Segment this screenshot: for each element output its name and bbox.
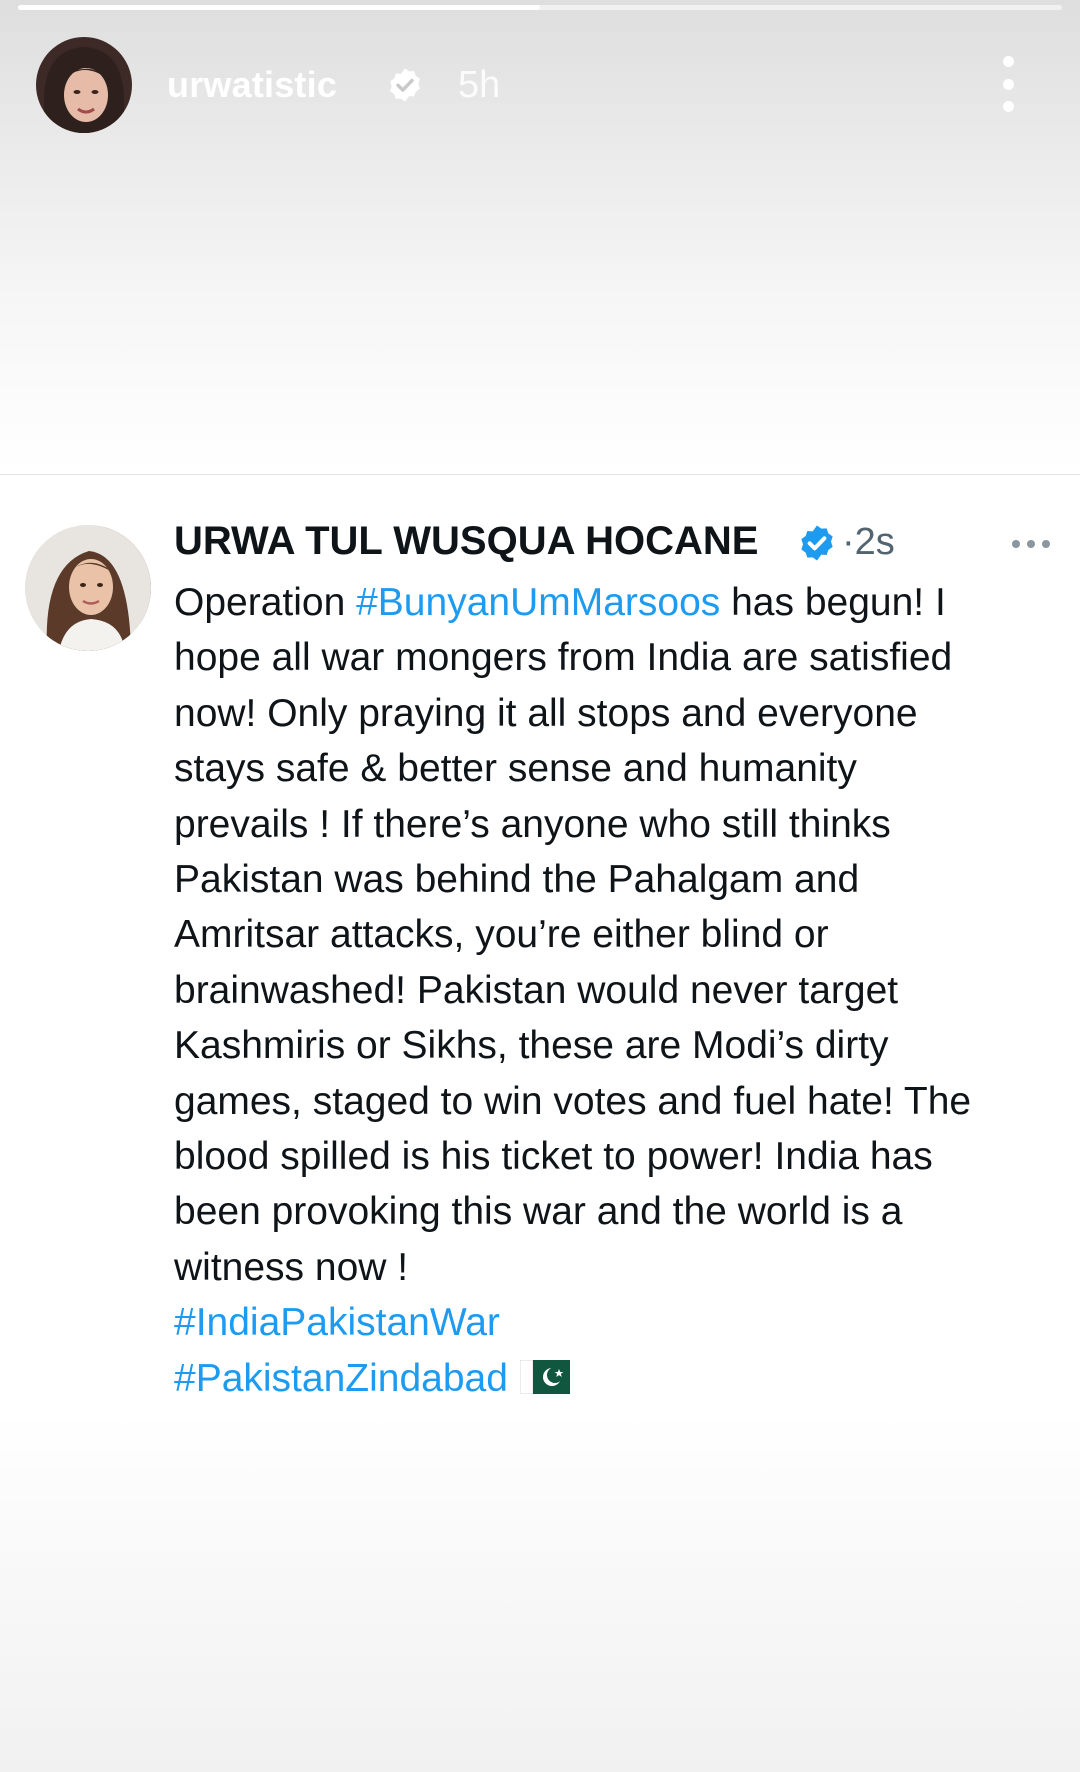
pakistan-flag-icon [519, 1360, 570, 1395]
tweet-text-segment: has begun! I [720, 581, 946, 624]
tweet-line: games, staged to win votes and fuel hate… [174, 1079, 972, 1123]
tweet-avatar [25, 525, 151, 651]
tweet-line: Pakistan was behind the Pahalgam and [174, 858, 860, 902]
story-username[interactable]: urwatistic [167, 64, 337, 106]
tweet-time-value: 2s [854, 521, 895, 563]
story-progress-fill [18, 5, 540, 10]
tweet-line: #PakistanZindabad [174, 1351, 1054, 1406]
tweet-line: now! Only praying it all stops and every… [174, 691, 918, 735]
verified-badge-icon [801, 525, 833, 561]
tweet-line: Amritsar attacks, you’re either blind or [174, 913, 829, 957]
tweet-text: Operation #BunyanUmMarsoos has begun! I … [174, 575, 1054, 1406]
tweet-display-name: URWA TUL WUSQUA HOCANE [174, 519, 759, 563]
story-avatar[interactable] [36, 37, 132, 133]
hashtag-pakistanzindabad: #PakistanZindabad [174, 1356, 508, 1400]
tweet-avatar-image [25, 525, 151, 651]
hashtag-bunyanummarsoos: #BunyanUmMarsoos [356, 581, 721, 624]
hashtag-indiapakistanwar: #IndiaPakistanWar [174, 1301, 500, 1345]
tweet-line: witness now ! [174, 1245, 409, 1289]
tweet-text-segment: Operation [174, 581, 357, 624]
verified-badge-icon [390, 68, 420, 102]
tweet-time-separator: · [842, 521, 855, 563]
tweet-line: prevails ! If there’s anyone who still t… [174, 802, 891, 846]
tweet-line: brainwashed! Pakistan would never target [174, 968, 899, 1012]
tweet-line: Operation #BunyanUmMarsoos has begun! I [174, 575, 1054, 630]
tweet-line: hope all war mongers from India are sati… [174, 636, 953, 680]
story-avatar-image [44, 47, 124, 133]
tweet-line: Kashmiris or Sikhs, these are Modi’s dir… [174, 1024, 889, 1068]
more-vertical-icon[interactable] [994, 56, 1022, 112]
tweet-card: URWA TUL WUSQUA HOCANE ·2s Operation #Bu… [0, 475, 1080, 1410]
more-horizontal-icon [1012, 539, 1050, 549]
story-timestamp: 5h [458, 64, 501, 106]
tweet-line: stays safe & better sense and humanity [174, 747, 857, 791]
story-progress-bar [18, 5, 1062, 10]
tweet-line: blood spilled is his ticket to power! In… [174, 1135, 933, 1179]
tweet-timestamp: ·2s [842, 521, 895, 564]
tweet-line: been provoking this war and the world is… [174, 1190, 903, 1234]
